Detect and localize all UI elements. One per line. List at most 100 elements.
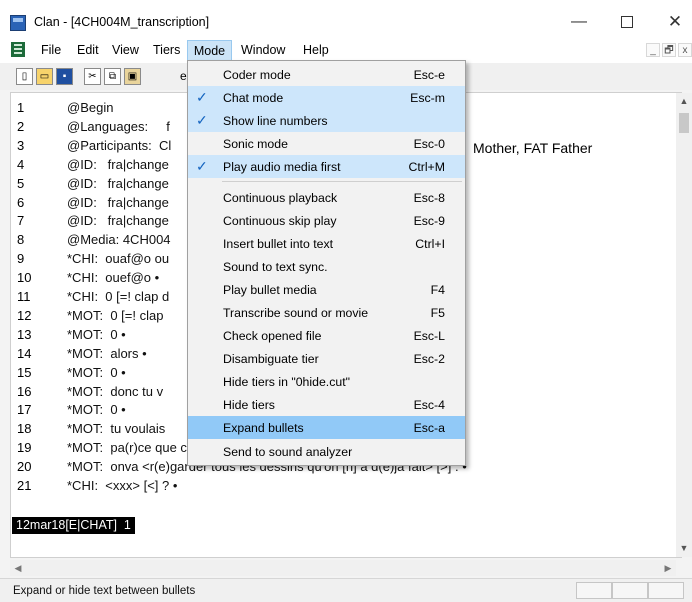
line-number: 19 [17, 440, 32, 455]
save-icon[interactable]: ▪ [56, 68, 73, 85]
menu-item-insert-bullet-into-text[interactable]: Insert bullet into text Ctrl+I [188, 232, 465, 255]
close-button[interactable]: ✕ [660, 10, 690, 34]
clan-app-icon [10, 15, 26, 31]
transcript-line[interactable]: *CHI: ouef@o • [67, 270, 159, 285]
transcript-line[interactable]: @Languages: f [67, 119, 170, 134]
menu-item-send-to-sound-analyzer[interactable]: Send to sound analyzer [188, 440, 465, 463]
menu-file[interactable]: File [41, 43, 61, 57]
status-message: Expand or hide text between bullets [13, 585, 196, 597]
menu-item-show-line-numbers[interactable]: ✓ Show line numbers [188, 109, 465, 132]
line-number: 15 [17, 365, 32, 380]
menu-separator [222, 181, 462, 182]
minimize-button[interactable]: — [564, 10, 594, 34]
line-number: 21 [17, 478, 32, 493]
menu-item-sound-to-text-sync[interactable]: Sound to text sync. [188, 255, 465, 278]
file-status-tag: 12mar18[E|CHAT] 1 [12, 517, 135, 534]
line-number: 13 [17, 327, 32, 342]
menu-item-label: Sonic mode [223, 137, 288, 151]
vertical-scroll-thumb[interactable] [679, 113, 689, 133]
menu-item-transcribe-sound-or-movie[interactable]: Transcribe sound or movie F5 [188, 301, 465, 324]
new-file-icon[interactable]: ▯ [16, 68, 33, 85]
scroll-left-arrow-icon[interactable]: ◀ [10, 560, 26, 576]
transcript-line[interactable]: *MOT: 0 • [67, 365, 126, 380]
mdi-minimize-button[interactable]: _ [646, 43, 660, 57]
menu-item-shortcut: Esc-L [413, 329, 445, 343]
menu-tiers[interactable]: Tiers [153, 43, 180, 57]
menu-item-sonic-mode[interactable]: Sonic mode Esc-0 [188, 132, 465, 155]
line-number: 6 [17, 195, 25, 210]
copy-icon[interactable]: ⧉ [104, 68, 121, 85]
menu-item-check-opened-file[interactable]: Check opened file Esc-L [188, 324, 465, 347]
scroll-right-arrow-icon[interactable]: ▶ [660, 560, 676, 576]
transcript-line[interactable]: *MOT: 0 • [67, 327, 126, 342]
checkmark-icon: ✓ [196, 112, 208, 128]
open-file-icon[interactable]: ▭ [36, 68, 53, 85]
menu-view[interactable]: View [112, 43, 139, 57]
transcript-line[interactable]: @ID: fra|change [67, 157, 169, 172]
vertical-scrollbar[interactable] [676, 93, 692, 557]
maximize-button[interactable] [612, 10, 642, 34]
transcript-line[interactable]: @Begin [67, 100, 113, 115]
menu-mode[interactable]: Mode [187, 40, 232, 62]
menu-item-expand-bullets[interactable]: Expand bullets Esc-a [188, 416, 465, 439]
checkmark-icon: ✓ [196, 89, 208, 105]
menu-item-chat-mode[interactable]: ✓ Chat mode Esc-m [188, 86, 465, 109]
menu-item-continuous-playback[interactable]: Continuous playback Esc-8 [188, 186, 465, 209]
menu-window[interactable]: Window [241, 43, 285, 57]
menu-item-shortcut: Esc-2 [413, 352, 445, 366]
menu-item-shortcut: Esc-4 [413, 398, 445, 412]
menu-item-hide-tiers-in-0hide-cut[interactable]: Hide tiers in "0hide.cut" [188, 370, 465, 393]
menu-item-label: Play audio media first [223, 160, 341, 174]
line-number: 5 [17, 176, 25, 191]
transcript-line[interactable]: *CHI: 0 [=! clap d [67, 289, 169, 304]
transcript-line[interactable]: *MOT: 0 [=! clap [67, 308, 163, 323]
menu-item-label: Hide tiers [223, 398, 275, 412]
transcript-line[interactable]: *CHI: <xxx> [<] ? • [67, 478, 177, 493]
menu-help[interactable]: Help [303, 43, 329, 57]
line-number: 1 [17, 100, 25, 115]
line-number: 16 [17, 384, 32, 399]
menu-item-label: Insert bullet into text [223, 237, 334, 251]
menu-item-hide-tiers[interactable]: Hide tiers Esc-4 [188, 393, 465, 416]
menu-item-shortcut: F5 [430, 306, 445, 320]
paste-icon[interactable]: ▣ [124, 68, 141, 85]
menu-item-label: Play bullet media [223, 283, 317, 297]
line-number: 3 [17, 138, 25, 153]
transcript-line[interactable]: *MOT: tu voulais [67, 421, 165, 436]
menu-item-label: Sound to text sync. [223, 260, 328, 274]
transcript-line[interactable]: @ID: fra|change [67, 195, 169, 210]
transcript-line[interactable]: *MOT: alors • [67, 346, 147, 361]
cut-icon[interactable]: ✂ [84, 68, 101, 85]
line-number: 12 [17, 308, 32, 323]
menu-item-label: Check opened file [223, 329, 322, 343]
menu-item-play-audio-media-first[interactable]: ✓ Play audio media first Ctrl+M [188, 155, 465, 178]
menu-item-shortcut: Esc-8 [413, 191, 445, 205]
scroll-down-arrow-icon[interactable]: ▼ [676, 540, 692, 556]
menu-edit[interactable]: Edit [77, 43, 99, 57]
transcript-line[interactable]: @ID: fra|change [67, 213, 169, 228]
document-icon[interactable] [11, 42, 25, 57]
menu-item-label: Continuous skip play [223, 214, 337, 228]
transcript-line[interactable]: @Participants: Cl [67, 138, 171, 153]
transcript-line[interactable]: @Media: 4CH004 [67, 232, 171, 247]
line-number: 4 [17, 157, 25, 172]
menu-item-label: Show line numbers [223, 114, 328, 128]
line-number: 18 [17, 421, 32, 436]
line-number: 7 [17, 213, 25, 228]
menu-item-label: Coder mode [223, 68, 291, 82]
transcript-line[interactable]: *MOT: 0 • [67, 402, 126, 417]
menu-item-play-bullet-media[interactable]: Play bullet media F4 [188, 278, 465, 301]
menu-item-disambiguate-tier[interactable]: Disambiguate tier Esc-2 [188, 347, 465, 370]
transcript-line[interactable]: *MOT: donc tu v [67, 384, 163, 399]
scroll-up-arrow-icon[interactable]: ▲ [676, 93, 692, 109]
menu-item-shortcut: Esc-e [413, 68, 445, 82]
menu-item-continuous-skip-play[interactable]: Continuous skip play Esc-9 [188, 209, 465, 232]
mdi-close-button[interactable]: x [678, 43, 692, 57]
mdi-restore-button[interactable]: 🗗 [662, 43, 676, 57]
menu-item-shortcut: F4 [430, 283, 445, 297]
maximize-icon [621, 16, 633, 28]
transcript-line[interactable]: @ID: fra|change [67, 176, 169, 191]
transcript-line[interactable]: *CHI: ouaf@o ou [67, 251, 169, 266]
horizontal-scrollbar[interactable] [10, 560, 676, 576]
menu-item-coder-mode[interactable]: Coder mode Esc-e [188, 63, 465, 86]
